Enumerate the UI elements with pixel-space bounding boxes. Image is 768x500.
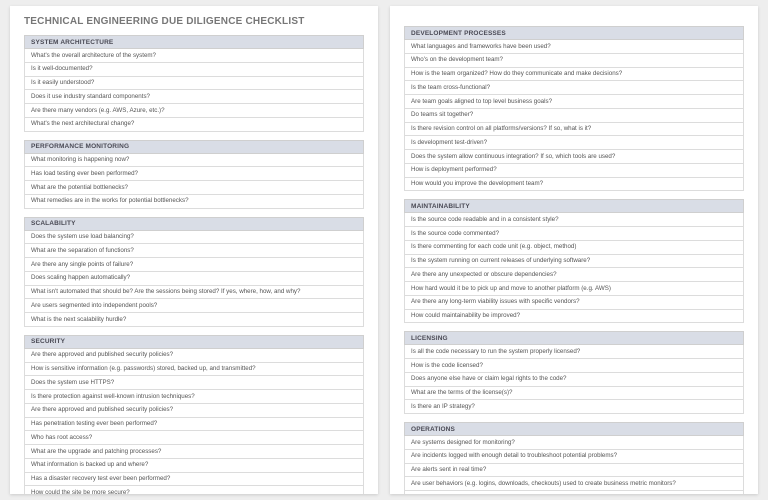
checklist-item: Is the team cross-functional?: [404, 81, 744, 95]
checklist-item: How is the code licensed?: [404, 359, 744, 373]
checklist-item: Is the source code commented?: [404, 227, 744, 241]
checklist-item: How could maintainability be improved?: [404, 310, 744, 324]
checklist-item: Is the system running on current release…: [404, 255, 744, 269]
section: SCALABILITYDoes the system use load bala…: [24, 217, 364, 327]
section-header: SECURITY: [24, 335, 364, 349]
checklist-item: Are user behaviors (e.g. logins, downloa…: [404, 477, 744, 491]
checklist-item: Are there approved and published securit…: [24, 349, 364, 363]
checklist-item: Is remaining infrastructure headroom kno…: [404, 491, 744, 494]
section: MAINTAINABILITYIs the source code readab…: [404, 199, 744, 323]
checklist-item: How could the site be more secure?: [24, 486, 364, 494]
section-header: SCALABILITY: [24, 217, 364, 231]
checklist-item: What's the overall architecture of the s…: [24, 49, 364, 63]
checklist-item: Are incidents logged with enough detail …: [404, 450, 744, 464]
checklist-item: What isn't automated that should be? Are…: [24, 286, 364, 300]
checklist-item: What languages and frameworks have been …: [404, 40, 744, 54]
checklist-item: Is there revision control on all platfor…: [404, 123, 744, 137]
section: SECURITYAre there approved and published…: [24, 335, 364, 494]
checklist-item: Are there any unexpected or obscure depe…: [404, 268, 744, 282]
checklist-item: Does scaling happen automatically?: [24, 272, 364, 286]
checklist-item: Has load testing ever been performed?: [24, 167, 364, 181]
checklist-item: Are users segmented into independent poo…: [24, 299, 364, 313]
section-header: OPERATIONS: [404, 422, 744, 436]
checklist-item: Does the system use HTTPS?: [24, 376, 364, 390]
checklist-item: What monitoring is happening now?: [24, 154, 364, 168]
checklist-item: What's the next architectural change?: [24, 118, 364, 132]
section-header: SYSTEM ARCHITECTURE: [24, 35, 364, 49]
section-header: DEVELOPMENT PROCESSES: [404, 26, 744, 40]
checklist-item: Has penetration testing ever been perfor…: [24, 418, 364, 432]
checklist-item: Does it use industry standard components…: [24, 90, 364, 104]
section: LICENSINGIs all the code necessary to ru…: [404, 331, 744, 414]
checklist-item: Is the source code readable and in a con…: [404, 213, 744, 227]
checklist-item: What are the potential bottlenecks?: [24, 181, 364, 195]
section-header: MAINTAINABILITY: [404, 199, 744, 213]
section-header: PERFORMANCE MONITORING: [24, 140, 364, 154]
checklist-item: How is deployment performed?: [404, 164, 744, 178]
section: DEVELOPMENT PROCESSESWhat languages and …: [404, 26, 744, 191]
checklist-item: What are the terms of the license(s)?: [404, 387, 744, 401]
checklist-item: Is it well-documented?: [24, 63, 364, 77]
checklist-item: Is it easily understood?: [24, 77, 364, 91]
page-right: DEVELOPMENT PROCESSESWhat languages and …: [390, 6, 758, 494]
checklist-item: Who's on the development team?: [404, 54, 744, 68]
checklist-item: Are alerts sent in real time?: [404, 464, 744, 478]
checklist-item: What remedies are in the works for poten…: [24, 195, 364, 209]
checklist-item: Are there any single points of failure?: [24, 258, 364, 272]
checklist-item: Is there protection against well-known i…: [24, 390, 364, 404]
checklist-item: Are team goals aligned to top level busi…: [404, 95, 744, 109]
section: OPERATIONSAre systems designed for monit…: [404, 422, 744, 494]
checklist-item: What information is backed up and where?: [24, 459, 364, 473]
checklist-item: How is the team organized? How do they c…: [404, 68, 744, 82]
checklist-item: What is the next scalability hurdle?: [24, 313, 364, 327]
checklist-item: How is sensitive information (e.g. passw…: [24, 363, 364, 377]
checklist-item: What are the separation of functions?: [24, 244, 364, 258]
checklist-item: Is development test-driven?: [404, 136, 744, 150]
left-column: SYSTEM ARCHITECTUREWhat's the overall ar…: [24, 35, 364, 494]
checklist-item: Does anyone else have or claim legal rig…: [404, 373, 744, 387]
checklist-item: Is there an IP strategy?: [404, 400, 744, 414]
checklist-item: Are there any long-term viability issues…: [404, 296, 744, 310]
right-column: DEVELOPMENT PROCESSESWhat languages and …: [404, 26, 744, 494]
checklist-item: Is all the code necessary to run the sys…: [404, 345, 744, 359]
checklist-item: Do teams sit together?: [404, 109, 744, 123]
checklist-item: Are systems designed for monitoring?: [404, 436, 744, 450]
checklist-item: Does the system allow continuous integra…: [404, 150, 744, 164]
spacer: [404, 16, 744, 26]
checklist-item: Who has root access?: [24, 431, 364, 445]
checklist-item: Are there many vendors (e.g. AWS, Azure,…: [24, 104, 364, 118]
checklist-item: Are there approved and published securit…: [24, 404, 364, 418]
section: PERFORMANCE MONITORINGWhat monitoring is…: [24, 140, 364, 209]
checklist-item: Does the system use load balancing?: [24, 231, 364, 245]
page-left: TECHNICAL ENGINEERING DUE DILIGENCE CHEC…: [10, 6, 378, 494]
checklist-item: How hard would it be to pick up and move…: [404, 282, 744, 296]
checklist-item: How would you improve the development te…: [404, 178, 744, 192]
section: SYSTEM ARCHITECTUREWhat's the overall ar…: [24, 35, 364, 132]
checklist-item: What are the upgrade and patching proces…: [24, 445, 364, 459]
checklist-item: Is there commenting for each code unit (…: [404, 241, 744, 255]
document-title: TECHNICAL ENGINEERING DUE DILIGENCE CHEC…: [24, 16, 364, 27]
checklist-item: Has a disaster recovery test ever been p…: [24, 473, 364, 487]
section-header: LICENSING: [404, 331, 744, 345]
